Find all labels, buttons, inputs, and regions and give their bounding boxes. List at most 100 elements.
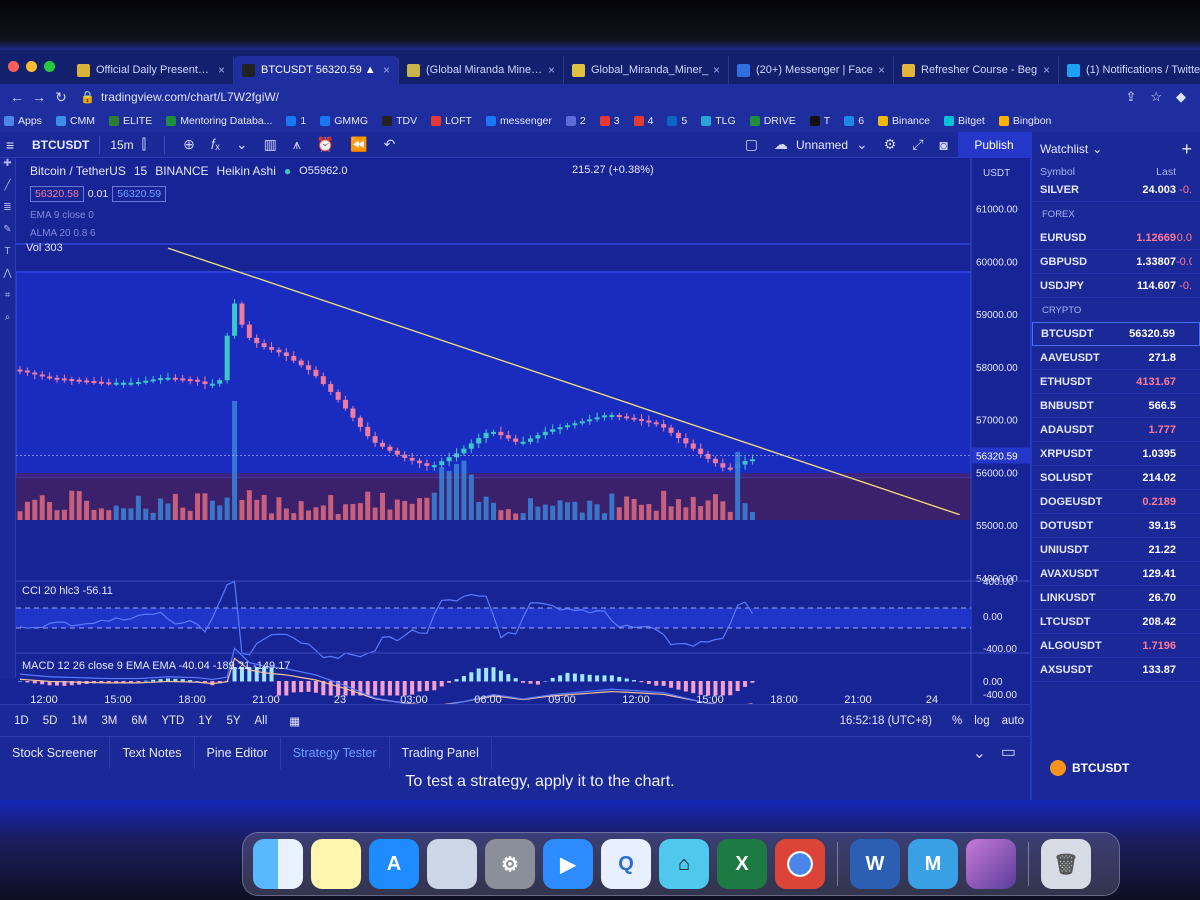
auto-toggle[interactable]: auto — [996, 715, 1030, 727]
mail-app-icon[interactable]: M — [908, 839, 958, 889]
watchlist-row[interactable]: DOTUSDT 39.15 — [1032, 514, 1200, 538]
watchlist-row[interactable]: USDJPY 114.607 -0. — [1032, 274, 1200, 298]
chrome-icon[interactable] — [775, 839, 825, 889]
watchlist-row[interactable]: ALGOUSDT 1.7196 — [1032, 634, 1200, 658]
interval-button[interactable]: 15m — [110, 138, 133, 152]
watchlist-footer-symbol[interactable]: BTCUSDT — [1030, 750, 1200, 786]
bookmark-item[interactable]: messenger — [485, 115, 552, 127]
close-tab-icon[interactable]: × — [383, 63, 390, 77]
watchlist-row[interactable]: ETHUSDT 4131.67 — [1032, 370, 1200, 394]
range-button[interactable]: All — [251, 715, 272, 727]
watchlist-row[interactable]: GBPUSD 1.33807 -0.0 — [1032, 250, 1200, 274]
range-button[interactable]: 5Y — [222, 715, 244, 727]
browser-tab[interactable]: Official Daily Presentatio × — [69, 56, 234, 84]
publish-button[interactable]: Publish — [958, 132, 1030, 158]
fib-tool-icon[interactable]: ≣ — [0, 202, 15, 224]
screen-sharing-icon[interactable]: ⌂ — [659, 839, 709, 889]
financials-icon[interactable]: ▥ — [264, 136, 277, 153]
close-tab-icon[interactable]: × — [878, 63, 885, 77]
watchlist-row[interactable]: LINKUSDT 26.70 — [1032, 586, 1200, 610]
expand-icon[interactable]: ⤢ — [912, 136, 923, 153]
watchlist-row[interactable]: ADAUSDT 1.777 — [1032, 418, 1200, 442]
watchlist-row[interactable]: UNIUSDT 21.22 — [1032, 538, 1200, 562]
watchlist-row[interactable]: BTCUSDT 56320.59 — [1032, 322, 1200, 346]
watchlist-row[interactable]: SILVER 24.003 -0. — [1032, 178, 1200, 202]
bookmark-item[interactable]: 5 — [667, 115, 687, 127]
panel-tab[interactable]: Text Notes — [110, 737, 195, 769]
bookmark-item[interactable]: 4 — [633, 115, 653, 127]
bookmark-item[interactable]: T — [809, 115, 830, 127]
settings-gear-icon[interactable]: ⚙ — [884, 136, 897, 153]
range-button[interactable]: 1D — [10, 715, 33, 727]
bookmark-item[interactable]: Bingbon — [998, 115, 1051, 127]
share-icon[interactable]: ⇪ — [1125, 89, 1136, 105]
excel-icon[interactable]: X — [717, 839, 767, 889]
finder-icon[interactable] — [253, 839, 303, 889]
browser-tab[interactable]: (20+) Messenger | Face × — [729, 56, 894, 84]
browser-tab[interactable]: Refresher Course - Beg × — [894, 56, 1059, 84]
symbol-search-button[interactable]: BTCUSDT — [32, 138, 89, 152]
quicktime-icon[interactable]: Q — [601, 839, 651, 889]
measure-tool-icon[interactable]: ⌗ — [0, 290, 15, 312]
bar-style-icon[interactable]: ⫿ — [142, 136, 146, 153]
launchpad-icon[interactable] — [427, 839, 477, 889]
bookmark-item[interactable]: 2 — [565, 115, 586, 127]
panel-tab[interactable]: Strategy Tester — [281, 737, 390, 769]
add-symbol-icon[interactable]: + — [1181, 139, 1192, 160]
compare-icon[interactable]: ⊕ — [183, 136, 195, 153]
watchlist-row[interactable]: LTCUSDT 208.42 — [1032, 610, 1200, 634]
panel-tab[interactable]: Stock Screener — [0, 737, 111, 769]
notes-icon[interactable] — [311, 839, 361, 889]
chevron-down-icon[interactable]: ⌄ — [236, 136, 248, 153]
templates-icon[interactable]: ⩚ — [293, 136, 301, 153]
bookmark-item[interactable]: TLG — [701, 115, 736, 127]
maximize-panel-icon[interactable]: ▭ — [1001, 742, 1016, 762]
cloud-icon[interactable]: ☁ — [774, 136, 788, 153]
forward-icon[interactable]: → — [28, 89, 50, 105]
bookmark-star-icon[interactable]: ☆ — [1150, 89, 1162, 105]
menu-icon[interactable]: ≡ — [6, 137, 14, 153]
close-window-button[interactable] — [8, 61, 19, 72]
range-button[interactable]: YTD — [157, 715, 188, 727]
range-button[interactable]: 1Y — [194, 715, 216, 727]
zoom-app-icon[interactable]: ▶ — [543, 839, 593, 889]
collapse-panel-icon[interactable]: ⌄ — [973, 743, 986, 763]
zoom-window-button[interactable] — [44, 61, 55, 72]
ask-box[interactable]: 56320.59 — [112, 186, 167, 202]
close-tab-icon[interactable]: × — [218, 63, 225, 77]
bookmark-item[interactable]: ELITE — [109, 115, 152, 127]
range-button[interactable]: 3M — [97, 715, 121, 727]
reload-icon[interactable]: ↻ — [50, 89, 72, 106]
trash-icon[interactable]: 🗑 — [1041, 839, 1091, 889]
watchlist-title[interactable]: Watchlist — [1040, 142, 1088, 156]
browser-tab[interactable]: BTCUSDT 56320.59 ▲ × — [234, 56, 399, 84]
chevron-down-icon[interactable]: ⌄ — [856, 136, 868, 153]
chevron-down-icon[interactable]: ⌄ — [1092, 142, 1102, 156]
extension-icon[interactable]: ◆ — [1176, 89, 1186, 105]
watchlist-row[interactable]: AXSUSDT 133.87 — [1032, 658, 1200, 682]
close-tab-icon[interactable]: × — [548, 63, 555, 77]
col-last[interactable]: Last — [1116, 166, 1176, 178]
percent-toggle[interactable]: % — [946, 715, 968, 727]
watchlist-row[interactable]: SOLUSDT 214.02 — [1032, 466, 1200, 490]
watchlist-row[interactable]: BNBUSDT 566.5 — [1032, 394, 1200, 418]
app-store-icon[interactable]: A — [369, 839, 419, 889]
watchlist-row[interactable]: AAVEUSDT 271.8 — [1032, 346, 1200, 370]
browser-tab[interactable]: Global_Miranda_Miner_ × — [564, 56, 729, 84]
fullscreen-square-icon[interactable]: ▢ — [745, 136, 758, 153]
bookmark-item[interactable]: DRIVE — [749, 115, 796, 127]
bookmark-item[interactable]: Binance — [878, 115, 930, 127]
bookmark-item[interactable]: 6 — [844, 115, 864, 127]
minimize-window-button[interactable] — [26, 61, 37, 72]
bookmark-item[interactable]: CMM — [55, 115, 95, 127]
log-toggle[interactable]: log — [968, 715, 995, 727]
trendline-tool-icon[interactable]: ╱ — [0, 180, 15, 202]
bookmark-item[interactable]: Apps — [4, 115, 42, 127]
text-tool-icon[interactable]: T — [0, 246, 15, 268]
alert-icon[interactable]: ⏰ — [317, 136, 334, 153]
watchlist-row[interactable]: DOGEUSDT 0.2189 — [1032, 490, 1200, 514]
undo-icon[interactable]: ↶ — [384, 136, 396, 153]
back-icon[interactable]: ← — [6, 89, 28, 105]
game-app-icon[interactable] — [966, 839, 1016, 889]
watchlist-row[interactable]: AVAXUSDT 129.41 — [1032, 562, 1200, 586]
